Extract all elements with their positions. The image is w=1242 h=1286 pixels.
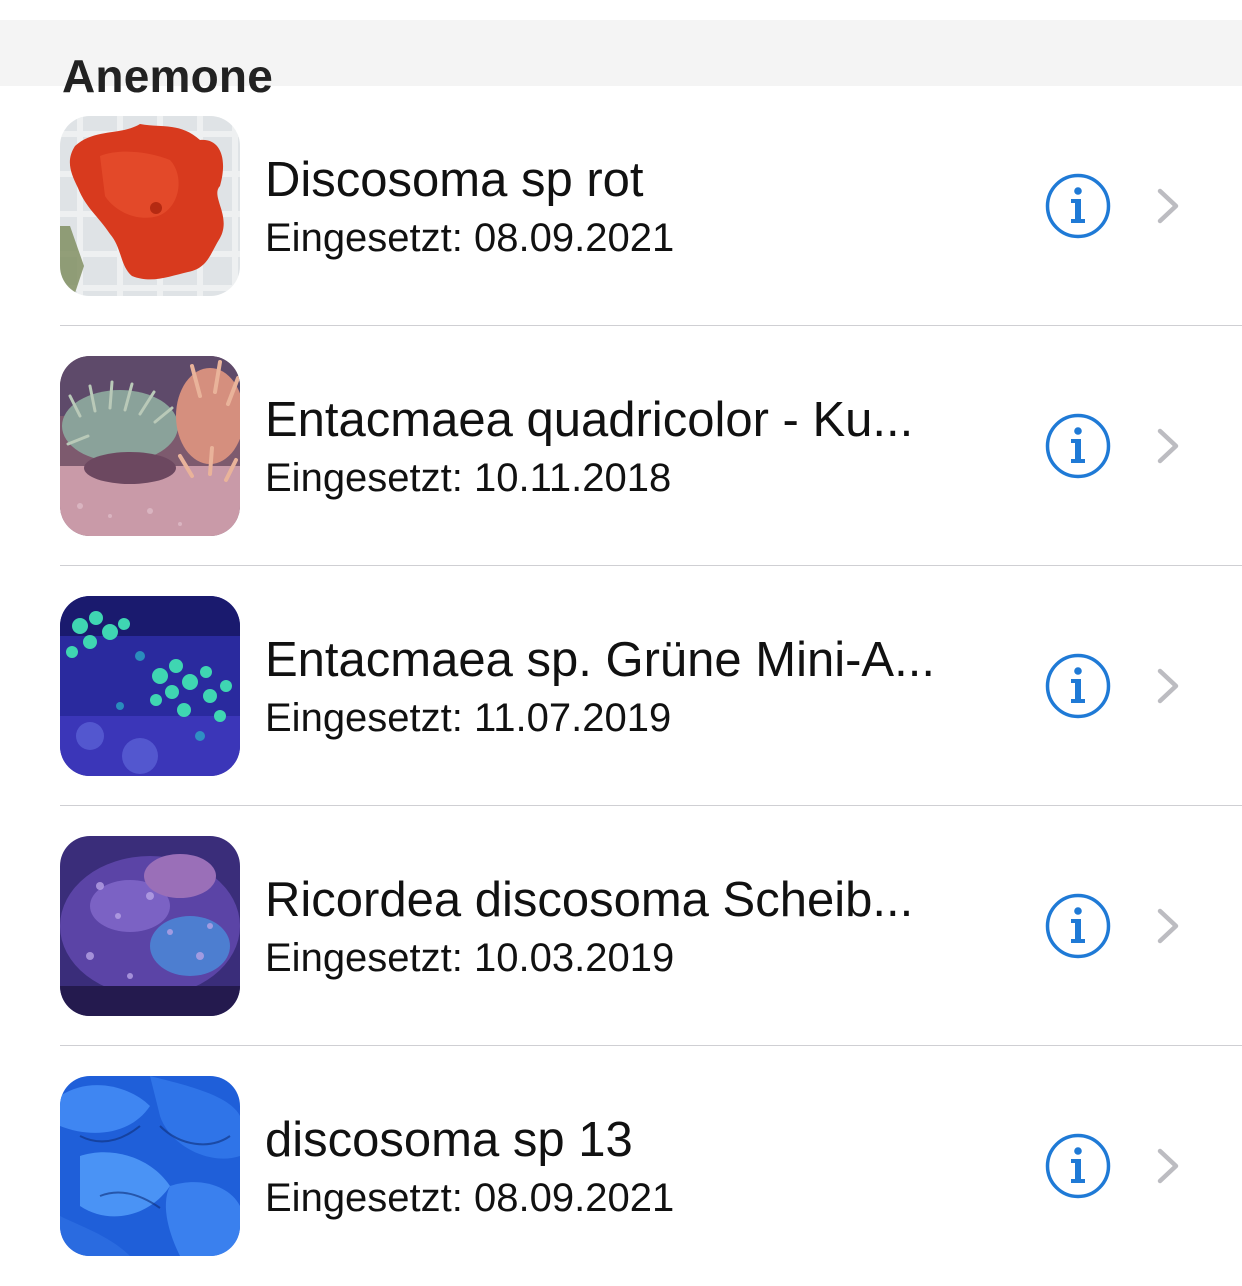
item-subtitle: Eingesetzt: 08.09.2021	[265, 216, 675, 260]
item-thumbnail	[60, 356, 240, 536]
item-subtitle: Eingesetzt: 10.03.2019	[265, 936, 675, 980]
list-item[interactable]: Ricordea discosoma Scheib... Eingesetzt:…	[0, 806, 1242, 1046]
item-title: Entacmaea sp. Grüne Mini-A...	[265, 633, 935, 687]
section-header: Anemone	[0, 20, 1242, 102]
list-item[interactable]: discosoma sp 13 Eingesetzt: 08.09.2021	[0, 1046, 1242, 1286]
chevron-right-icon	[1155, 907, 1181, 945]
chevron-right-icon	[1155, 187, 1181, 225]
info-icon[interactable]	[1045, 653, 1111, 719]
info-icon[interactable]	[1045, 1133, 1111, 1199]
list-item[interactable]: Entacmaea quadricolor - Ku... Eingesetzt…	[0, 326, 1242, 566]
info-icon[interactable]	[1045, 413, 1111, 479]
item-thumbnail	[60, 596, 240, 776]
item-subtitle: Eingesetzt: 11.07.2019	[265, 696, 672, 740]
item-title: Entacmaea quadricolor - Ku...	[265, 393, 914, 447]
chevron-right-icon	[1155, 667, 1181, 705]
item-title: Discosoma sp rot	[265, 153, 644, 207]
item-subtitle: Eingesetzt: 10.11.2018	[265, 456, 672, 500]
chevron-right-icon	[1155, 427, 1181, 465]
item-subtitle: Eingesetzt: 08.09.2021	[265, 1176, 675, 1220]
list-item[interactable]: Discosoma sp rot Eingesetzt: 08.09.2021	[0, 86, 1242, 326]
item-thumbnail	[60, 116, 240, 296]
item-title: Ricordea discosoma Scheib...	[265, 873, 914, 927]
top-spacer	[0, 0, 1242, 20]
info-icon[interactable]	[1045, 893, 1111, 959]
info-icon[interactable]	[1045, 173, 1111, 239]
list-item[interactable]: Entacmaea sp. Grüne Mini-A... Eingesetzt…	[0, 566, 1242, 806]
item-thumbnail	[60, 1076, 240, 1256]
item-title: discosoma sp 13	[265, 1113, 633, 1167]
anemone-list: Discosoma sp rot Eingesetzt: 08.09.2021	[0, 86, 1242, 1286]
chevron-right-icon	[1155, 1147, 1181, 1185]
item-thumbnail	[60, 836, 240, 1016]
